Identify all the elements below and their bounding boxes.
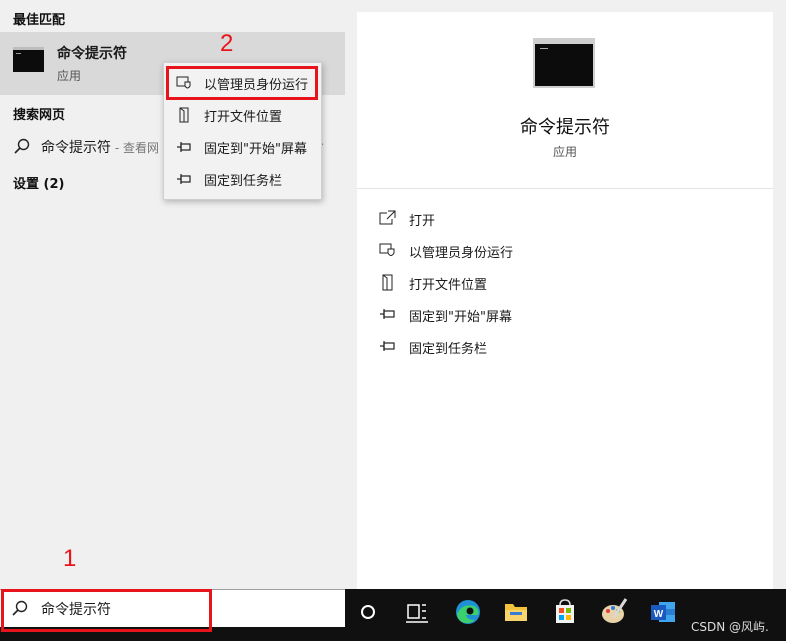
annotation-number-2: 2 bbox=[220, 30, 234, 57]
menu-item-pin-to-start[interactable]: 固定到"开始"屏幕 bbox=[164, 131, 321, 163]
action-label: 以管理员身份运行 bbox=[409, 246, 514, 261]
pin-icon bbox=[177, 174, 191, 184]
menu-item-label: 打开文件位置 bbox=[204, 110, 283, 125]
preview-title: 命令提示符 bbox=[520, 117, 610, 138]
annotation-box-2 bbox=[166, 66, 318, 100]
file-location-icon bbox=[382, 274, 393, 291]
cortana-icon[interactable] bbox=[348, 593, 388, 631]
action-run-as-admin[interactable]: 以管理员身份运行 bbox=[379, 237, 759, 265]
command-prompt-icon bbox=[13, 47, 44, 72]
action-pin-to-start[interactable]: 固定到"开始"屏幕 bbox=[379, 301, 759, 329]
settings-header[interactable]: 设置 (2) bbox=[13, 173, 64, 192]
file-location-icon bbox=[179, 107, 189, 123]
action-label: 固定到"开始"屏幕 bbox=[409, 310, 512, 325]
pin-icon bbox=[177, 142, 191, 152]
action-pin-to-taskbar[interactable]: 固定到任务栏 bbox=[379, 333, 759, 361]
watermark: CSDN @风屿. bbox=[691, 620, 769, 634]
store-icon[interactable] bbox=[545, 593, 585, 631]
annotation-box-1 bbox=[1, 589, 212, 632]
action-label: 打开 bbox=[409, 214, 436, 229]
action-label: 打开文件位置 bbox=[409, 278, 488, 293]
pin-icon bbox=[380, 341, 395, 351]
web-search-hint: - 查看网 bbox=[111, 141, 159, 155]
shield-icon bbox=[379, 243, 395, 256]
best-match-header: 最佳匹配 bbox=[13, 13, 66, 28]
menu-item-open-file-location[interactable]: 打开文件位置 bbox=[164, 99, 321, 131]
action-label: 固定到任务栏 bbox=[409, 342, 488, 357]
menu-item-label: 固定到"开始"屏幕 bbox=[204, 142, 307, 157]
preview-pane: 命令提示符 应用 打开 以管理员身份运行 打开文件位置 固定到"开始"屏幕 固定… bbox=[357, 12, 773, 589]
preview-subtitle: 应用 bbox=[552, 145, 577, 159]
annotation-number-1: 1 bbox=[63, 545, 77, 572]
best-match-title: 命令提示符 bbox=[57, 46, 127, 62]
task-view-icon[interactable] bbox=[397, 593, 437, 631]
web-search-header: 搜索网页 bbox=[13, 108, 66, 123]
search-icon bbox=[14, 138, 30, 154]
open-icon bbox=[379, 210, 396, 225]
web-search-result-text: 命令提示符 bbox=[41, 140, 111, 156]
command-prompt-icon bbox=[533, 38, 595, 88]
action-open-file-location[interactable]: 打开文件位置 bbox=[379, 269, 759, 297]
paint-icon[interactable] bbox=[594, 593, 634, 631]
word-icon[interactable]: W bbox=[643, 593, 683, 631]
divider bbox=[357, 188, 773, 189]
best-match-subtitle: 应用 bbox=[57, 69, 82, 83]
svg-text:W: W bbox=[654, 609, 664, 620]
action-open[interactable]: 打开 bbox=[379, 205, 759, 233]
edge-icon[interactable] bbox=[448, 593, 488, 631]
pin-icon bbox=[380, 309, 395, 319]
menu-item-label: 固定到任务栏 bbox=[204, 174, 283, 189]
file-explorer-icon[interactable] bbox=[496, 593, 536, 631]
menu-item-pin-to-taskbar[interactable]: 固定到任务栏 bbox=[164, 163, 321, 195]
